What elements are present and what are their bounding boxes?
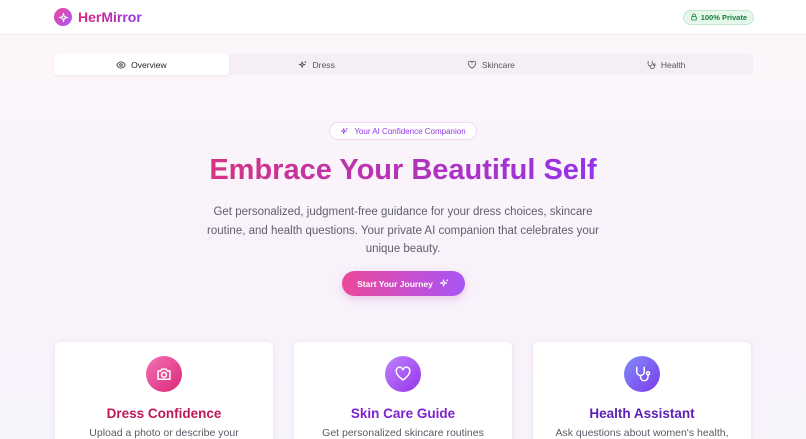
skin-care-card[interactable]: Skin Care Guide Get personalized skincar…: [293, 341, 513, 439]
tab-skincare-label: Skincare: [481, 59, 515, 70]
sparkles-logo-icon: [54, 8, 72, 26]
sparkles-icon: [341, 127, 348, 134]
top-header: HerMirror 100% Private: [0, 0, 806, 35]
tab-health[interactable]: Health: [578, 54, 753, 75]
tab-bar: Overview Dress Skincare Health: [54, 54, 753, 75]
sparkles-icon: [298, 60, 306, 68]
card-title: Health Assistant: [589, 406, 695, 421]
tab-overview-label: Overview: [131, 59, 167, 70]
stethoscope-icon: [624, 356, 660, 392]
health-assistant-card[interactable]: Health Assistant Ask questions about wom…: [532, 341, 752, 439]
brand-name: HerMirror: [78, 9, 142, 25]
privacy-badge-label: 100% Private: [700, 12, 747, 22]
heart-icon: [467, 60, 476, 69]
sparkles-icon: [439, 279, 449, 287]
start-journey-button[interactable]: Start Your Journey: [342, 271, 465, 296]
privacy-badge: 100% Private: [682, 9, 754, 25]
tab-dress-label: Dress: [312, 59, 335, 70]
start-journey-label: Start Your Journey: [357, 278, 433, 289]
stethoscope-icon: [647, 60, 656, 69]
tab-dress[interactable]: Dress: [229, 54, 404, 75]
tab-health-label: Health: [660, 59, 686, 70]
card-description: Ask questions about women's health,: [555, 427, 729, 439]
companion-pill: Your AI Confidence Companion: [329, 122, 477, 140]
camera-icon: [146, 356, 182, 392]
tab-skincare[interactable]: Skincare: [404, 54, 579, 75]
hero-title-text: Embrace Your Beautiful Self: [209, 154, 597, 186]
eye-icon: [116, 60, 126, 69]
dress-confidence-card[interactable]: Dress Confidence Upload a photo or descr…: [54, 341, 274, 439]
companion-pill-label: Your AI Confidence Companion: [354, 126, 466, 136]
heart-icon: [385, 356, 421, 392]
lock-icon: [690, 13, 697, 21]
card-description: Upload a photo or describe your: [89, 427, 239, 439]
card-description: Get personalized skincare routines: [322, 427, 484, 439]
brand[interactable]: HerMirror: [54, 8, 142, 26]
tab-overview[interactable]: Overview: [54, 54, 229, 75]
card-title: Skin Care Guide: [350, 406, 456, 421]
hero-subtitle: Get personalized, judgment-free guidance…: [207, 206, 599, 255]
hero-title: Embrace Your Beautiful Self: [0, 154, 806, 187]
card-title: Dress Confidence: [106, 406, 222, 421]
